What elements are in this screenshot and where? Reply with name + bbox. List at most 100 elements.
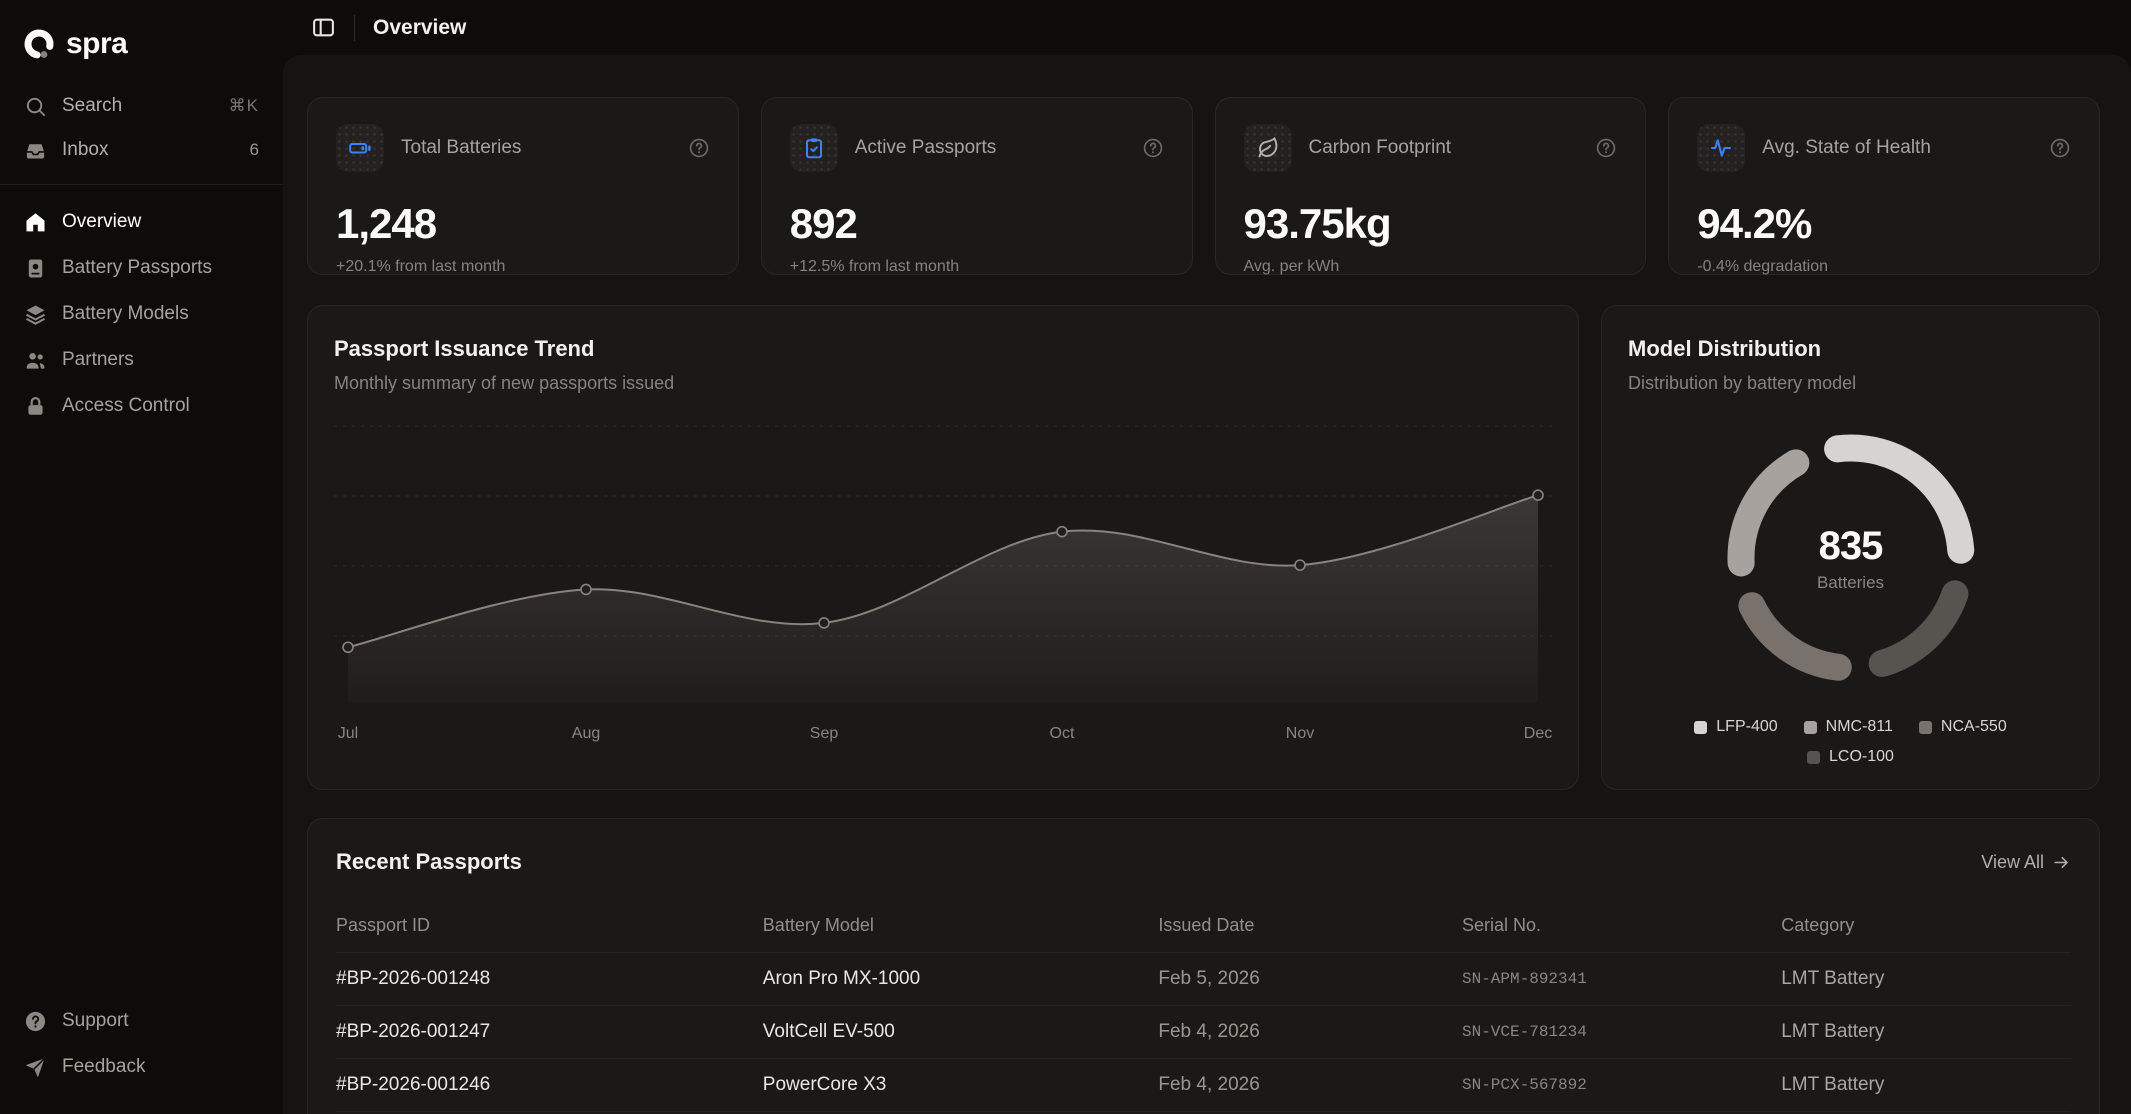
svg-text:Sep: Sep: [810, 725, 839, 742]
category-cell: LMT Battery: [1781, 1006, 2071, 1059]
page-title: Overview: [373, 16, 466, 40]
layers-icon: [24, 303, 47, 326]
legend-item[interactable]: NMC-811: [1804, 718, 1893, 736]
donut-legend: LFP-400 NMC-811 NCA-550 LCO-100: [1661, 718, 2041, 766]
stat-value: 94.2%: [1697, 200, 2071, 248]
area-chart: JulAugSepOctNovDec: [334, 410, 1552, 750]
passport-id-cell: #BP-2026-001247: [336, 1006, 763, 1059]
arrow-right-icon: [2052, 853, 2071, 872]
users-icon: [24, 349, 47, 372]
table-row[interactable]: #BP-2026-001246 PowerCore X3 Feb 4, 2026…: [336, 1059, 2071, 1112]
legend-swatch: [1807, 751, 1820, 764]
help-icon[interactable]: [688, 137, 710, 159]
help-icon[interactable]: [1595, 137, 1617, 159]
stat-label: Total Batteries: [401, 137, 671, 159]
clipboard-check-icon: [790, 124, 838, 172]
view-all-label: View All: [1981, 852, 2044, 873]
svg-text:Jul: Jul: [338, 725, 358, 742]
home-icon: [24, 211, 47, 234]
donut-title: Model Distribution: [1628, 336, 2073, 362]
footer-label: Feedback: [62, 1056, 145, 1078]
donut-chart-card: Model Distribution Distribution by batte…: [1601, 305, 2100, 790]
serial-cell: SN-PCX-567892: [1462, 1059, 1781, 1112]
svg-text:Nov: Nov: [1286, 725, 1314, 742]
sidebar-item-access-control[interactable]: Access Control: [0, 383, 283, 429]
brand-logo[interactable]: spra: [0, 22, 283, 66]
stat-card-carbon-footprint: Carbon Footprint 93.75kg Avg. per kWh: [1215, 97, 1647, 275]
sidebar-item-partners[interactable]: Partners: [0, 337, 283, 383]
help-icon[interactable]: [1142, 137, 1164, 159]
legend-item[interactable]: LFP-400: [1694, 718, 1777, 736]
sidebar-divider: [0, 184, 283, 185]
nav-label: Battery Models: [62, 303, 189, 325]
nav-label: Battery Passports: [62, 257, 212, 279]
serial-cell: SN-APM-892341: [1462, 953, 1781, 1006]
column-header[interactable]: Passport ID: [336, 899, 763, 953]
column-header[interactable]: Issued Date: [1158, 899, 1462, 953]
legend-item[interactable]: LCO-100: [1807, 748, 1894, 766]
send-icon: [24, 1056, 47, 1079]
brand-name: spra: [66, 27, 127, 61]
search-button[interactable]: Search ⌘K: [0, 84, 283, 128]
legend-swatch: [1804, 721, 1817, 734]
column-header[interactable]: Serial No.: [1462, 899, 1781, 953]
stat-sub: +12.5% from last month: [790, 258, 1164, 276]
nav-label: Overview: [62, 211, 141, 233]
app-root: spra Search ⌘K Inbox 6 Overview: [0, 0, 2131, 1114]
donut-subtitle: Distribution by battery model: [1628, 373, 2073, 394]
sidebar-item-battery-models[interactable]: Battery Models: [0, 291, 283, 337]
sidebar-item-battery-passports[interactable]: Battery Passports: [0, 245, 283, 291]
stat-label: Avg. State of Health: [1762, 137, 2032, 159]
legend-label: LFP-400: [1716, 718, 1777, 736]
battery-model-cell: VoltCell EV-500: [763, 1006, 1159, 1059]
passport-id-cell: #BP-2026-001248: [336, 953, 763, 1006]
sidebar-item-support[interactable]: Support: [0, 998, 283, 1044]
search-label: Search: [62, 95, 214, 117]
brand-logo-icon: [22, 26, 58, 62]
passports-table: Passport ID Battery Model Issued Date Se…: [336, 899, 2071, 1112]
sidebar-item-inbox[interactable]: Inbox 6: [0, 128, 283, 172]
trend-subtitle: Monthly summary of new passports issued: [334, 373, 1552, 394]
footer-label: Support: [62, 1010, 129, 1032]
battery-model-cell: PowerCore X3: [763, 1059, 1159, 1112]
trend-chart-card: Passport Issuance Trend Monthly summary …: [307, 305, 1579, 790]
stat-card-active-passports: Active Passports 892 +12.5% from last mo…: [761, 97, 1193, 275]
charts-row: Passport Issuance Trend Monthly summary …: [307, 305, 2100, 790]
category-cell: LMT Battery: [1781, 1059, 2071, 1112]
topbar: Overview: [283, 0, 2131, 55]
svg-text:Dec: Dec: [1524, 725, 1552, 742]
stats-row: Total Batteries 1,248 +20.1% from last m…: [307, 97, 2100, 275]
table-row[interactable]: #BP-2026-001247 VoltCell EV-500 Feb 4, 2…: [336, 1006, 2071, 1059]
inbox-icon: [24, 139, 47, 162]
table-title: Recent Passports: [336, 849, 522, 875]
recent-passports-card: Recent Passports View All Passport ID: [307, 818, 2100, 1114]
lock-icon: [24, 395, 47, 418]
column-header[interactable]: Battery Model: [763, 899, 1159, 953]
table-header-row: Passport ID Battery Model Issued Date Se…: [336, 899, 2071, 953]
stat-card-total-batteries: Total Batteries 1,248 +20.1% from last m…: [307, 97, 739, 275]
sidebar-item-feedback[interactable]: Feedback: [0, 1044, 283, 1090]
stat-value: 93.75kg: [1244, 200, 1618, 248]
legend-item[interactable]: NCA-550: [1919, 718, 2007, 736]
sidebar-toggle-button[interactable]: [311, 15, 336, 40]
sidebar: spra Search ⌘K Inbox 6 Overview: [0, 0, 283, 1114]
table-row[interactable]: #BP-2026-001248 Aron Pro MX-1000 Feb 5, …: [336, 953, 2071, 1006]
view-all-link[interactable]: View All: [1981, 852, 2071, 873]
stat-value: 1,248: [336, 200, 710, 248]
serial-cell: SN-VCE-781234: [1462, 1006, 1781, 1059]
battery-icon: [336, 124, 384, 172]
search-shortcut: ⌘K: [229, 96, 259, 116]
stat-label: Carbon Footprint: [1309, 137, 1579, 159]
stat-label: Active Passports: [855, 137, 1125, 159]
category-cell: LMT Battery: [1781, 953, 2071, 1006]
battery-model-cell: Aron Pro MX-1000: [763, 953, 1159, 1006]
issued-date-cell: Feb 4, 2026: [1158, 1059, 1462, 1112]
help-circle-icon: [24, 1010, 47, 1033]
passport-id-cell: #BP-2026-001246: [336, 1059, 763, 1112]
help-icon[interactable]: [2049, 137, 2071, 159]
nav-label: Access Control: [62, 395, 190, 417]
column-header[interactable]: Category: [1781, 899, 2071, 953]
content-panel: Total Batteries 1,248 +20.1% from last m…: [283, 55, 2131, 1114]
inbox-badge: 6: [250, 140, 259, 160]
sidebar-item-overview[interactable]: Overview: [0, 199, 283, 245]
